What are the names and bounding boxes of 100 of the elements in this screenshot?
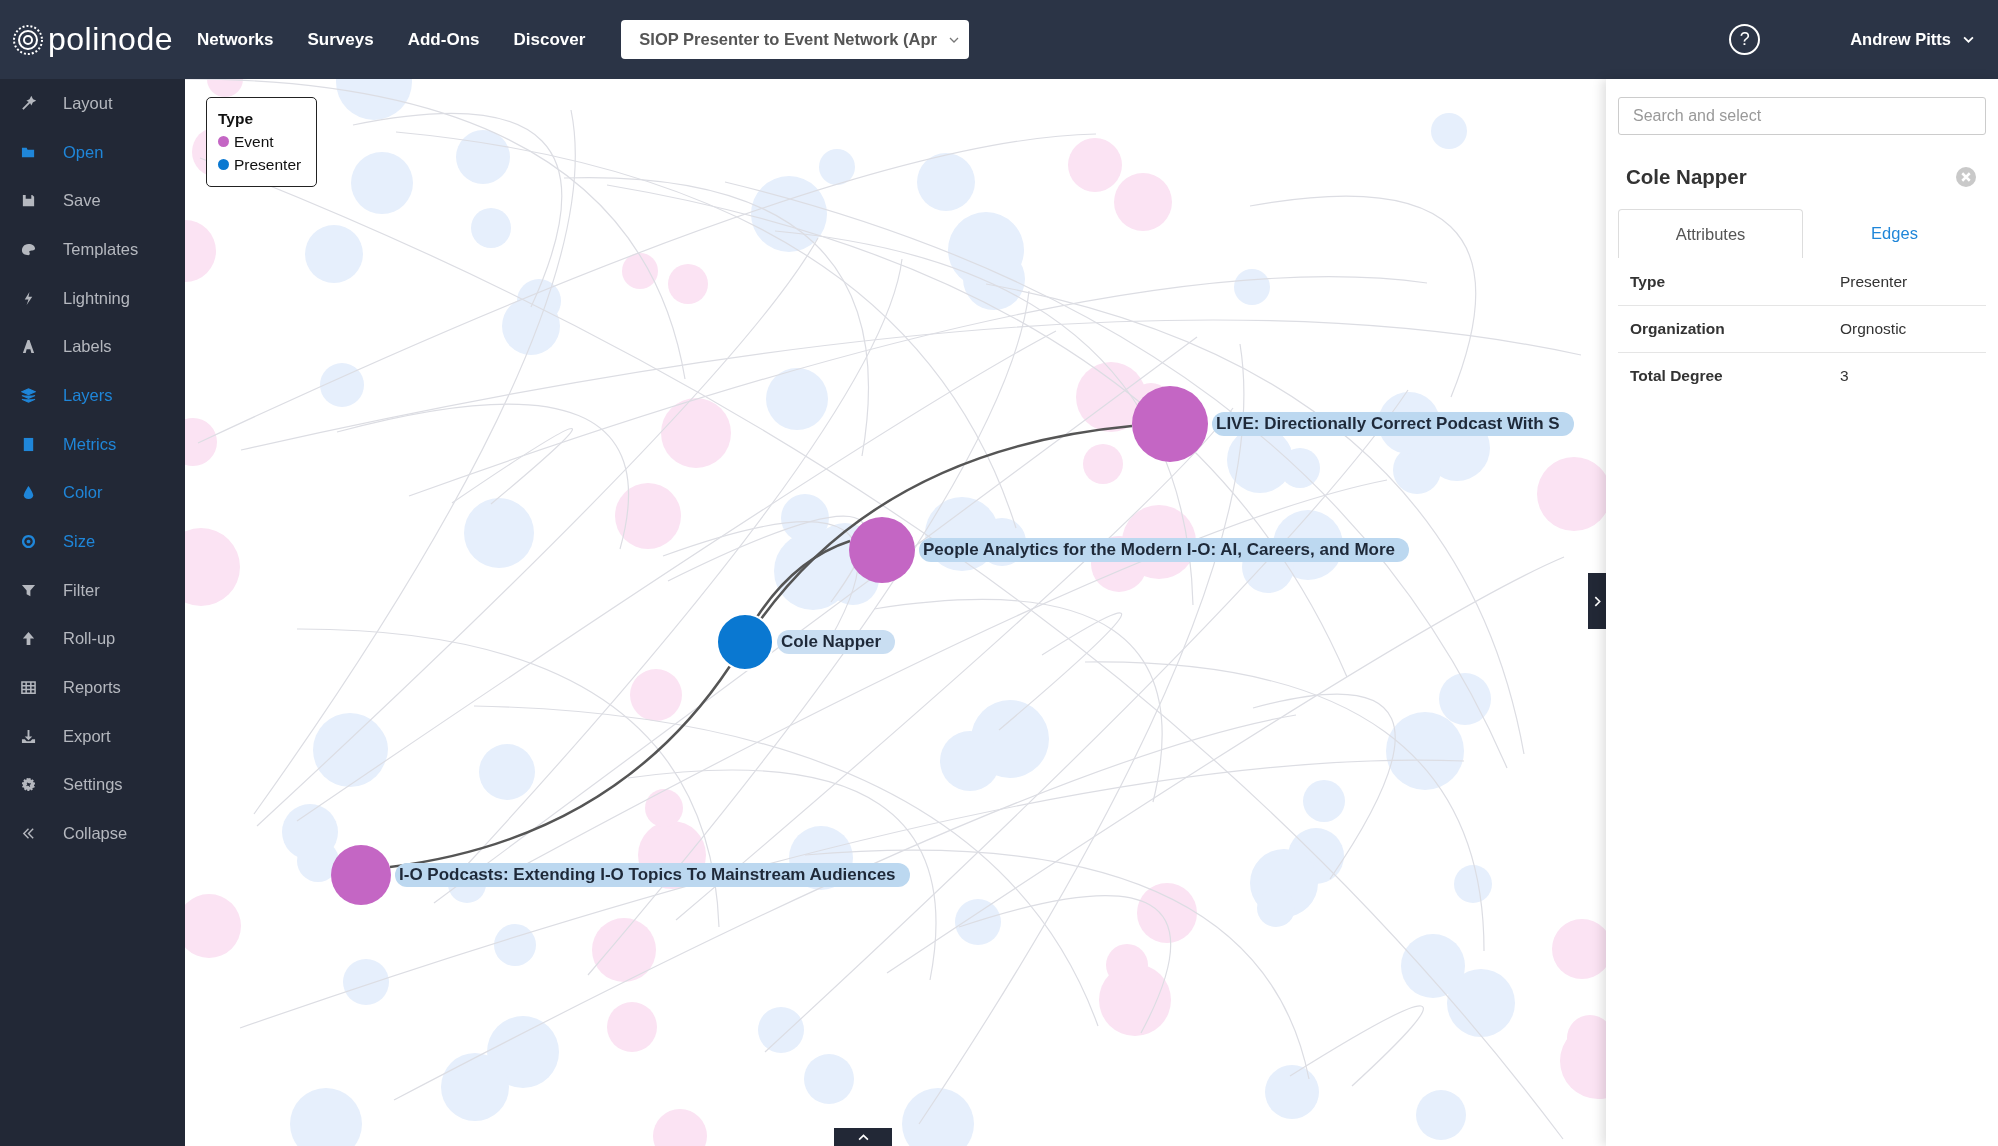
faded-node-circle [607, 1002, 657, 1052]
faded-node-circle [766, 368, 828, 430]
faded-node-circle [615, 483, 681, 549]
sidebar-icon [21, 339, 36, 355]
node-circle[interactable] [1132, 386, 1208, 462]
faded-node-circle [955, 899, 1001, 945]
faded-node-circle [1416, 1090, 1466, 1140]
faded-node-circle [494, 924, 536, 966]
node-label: LIVE: Directionally Correct Podcast With S [1212, 412, 1574, 436]
faded-node-circle [592, 918, 656, 982]
faded-node-circle [1431, 113, 1467, 149]
sidebar-item[interactable]: Open [0, 127, 185, 177]
faded-node-circle [1234, 269, 1270, 305]
node-circle[interactable] [849, 517, 915, 583]
sidebar-item[interactable]: Color [0, 468, 185, 518]
faded-node-circle [668, 264, 708, 304]
sidebar-item[interactable]: Labels [0, 322, 185, 372]
faded-node-circle [343, 959, 389, 1005]
faded-node-circle [758, 1007, 804, 1053]
sidebar-item[interactable]: Layers [0, 371, 185, 420]
faded-node-circle [471, 208, 511, 248]
node-title: Cole Napper [1626, 165, 1747, 189]
faded-node-circle [1447, 969, 1515, 1037]
sidebar-item[interactable]: Settings [0, 760, 185, 810]
sidebar-item[interactable]: Lightning [0, 273, 185, 323]
faded-node-circle [661, 398, 731, 468]
sidebar-item[interactable]: Metrics [0, 419, 185, 469]
faded-node-circle [441, 1053, 509, 1121]
expand-bottom-button[interactable] [834, 1128, 892, 1146]
attribute-value: Orgnostic [1840, 320, 1907, 338]
node-label: People Analytics for the Modern I-O: AI, Careers, and More [919, 538, 1409, 562]
sidebar-icon [21, 582, 36, 598]
node-label: I-O Podcasts: Extending I-O Topics To Mainstream Audiences [395, 863, 910, 887]
network-select[interactable]: SIOP Presenter to Event Network (Apr [621, 20, 970, 59]
faded-node-circle [1454, 865, 1492, 903]
legend-label: Event [234, 132, 274, 152]
faded-node-circle [305, 225, 363, 283]
faded-node-circle [622, 253, 658, 289]
faded-node-circle [1137, 883, 1197, 943]
sidebar-item[interactable]: Collapse [0, 809, 185, 858]
faded-node-circle [1303, 780, 1345, 822]
node-circle[interactable] [331, 845, 391, 905]
sidebar-item[interactable]: Filter [0, 565, 185, 615]
faded-node-circle [282, 804, 338, 860]
faded-node-circle [487, 1016, 559, 1088]
faded-node-circle [351, 152, 413, 214]
legend-label: Presenter [234, 155, 302, 175]
faded-node-circle [1076, 362, 1146, 432]
sidebar-icon [21, 436, 36, 452]
sidebar-icon [21, 241, 36, 257]
faded-node-circle [630, 669, 682, 721]
search-field[interactable]: Search and select [1618, 97, 1986, 135]
caret-icon [1963, 36, 1974, 43]
attribute-value: Presenter [1840, 273, 1908, 291]
faded-node-circle [1114, 173, 1172, 231]
sidebar-icon [21, 95, 36, 111]
sidebar-icon [21, 193, 36, 209]
nav-link[interactable]: Surveys [307, 29, 374, 50]
node-circle[interactable] [716, 613, 774, 671]
faded-node-circle [1401, 934, 1465, 998]
nav-link[interactable]: Discover [513, 29, 586, 50]
sidebar-item[interactable]: Roll-up [0, 614, 185, 664]
legend-title: Type [218, 110, 255, 128]
faded-node-circle [1083, 444, 1123, 484]
attribute-name: Type [1630, 273, 1667, 291]
logo-icon [12, 23, 44, 56]
nav-link[interactable]: Add-Ons [407, 29, 480, 50]
chevron-right-icon [1593, 595, 1601, 607]
network-canvas[interactable]: LIVE: Directionally Correct Podcast With S People Analytics for the Modern I-O: AI, Careers, and More Cole Napper I-O Podcasts: Extending I-O Topics To Mainstream Audiences Type Event Presenter [185, 79, 1606, 1146]
sidebar-icon [21, 631, 36, 647]
logo-text: polinode [48, 21, 173, 58]
collapse-panel-button[interactable] [1588, 573, 1606, 629]
sidebar-item[interactable]: Layout [0, 79, 185, 128]
sidebar-item[interactable]: Export [0, 711, 185, 761]
sidebar-icon [21, 534, 36, 550]
sidebar-icon [21, 485, 36, 501]
faded-node-circle [1265, 1065, 1319, 1119]
faded-node-circle [464, 498, 534, 568]
faded-node-circle [917, 153, 975, 211]
sidebar-item[interactable]: Save [0, 176, 185, 226]
attribute-name: Organization [1630, 320, 1726, 338]
nav-link[interactable]: Networks [197, 29, 274, 50]
panel-tab[interactable]: Attributes [1618, 209, 1803, 258]
node-label: Cole Napper [777, 630, 896, 654]
sidebar-item[interactable]: Templates [0, 225, 185, 274]
panel-tab[interactable]: Edges [1803, 209, 1986, 257]
sidebar-item[interactable]: Reports [0, 663, 185, 712]
attribute-name: Total Degree [1630, 367, 1724, 385]
sidebar-icon [21, 728, 36, 744]
caret-icon [949, 36, 960, 43]
sidebar-icon [21, 680, 36, 696]
user-menu[interactable]: Andrew Pitts [1850, 30, 1974, 49]
sidebar-item[interactable]: Size [0, 517, 185, 566]
faded-node-circle [1068, 138, 1122, 192]
sidebar-icon [21, 777, 36, 793]
sidebar-icon [21, 387, 36, 403]
faded-node-circle [456, 130, 510, 184]
faded-node-circle [804, 1054, 854, 1104]
faded-node-circle [320, 363, 364, 407]
help-button[interactable]: ? [1729, 24, 1761, 55]
